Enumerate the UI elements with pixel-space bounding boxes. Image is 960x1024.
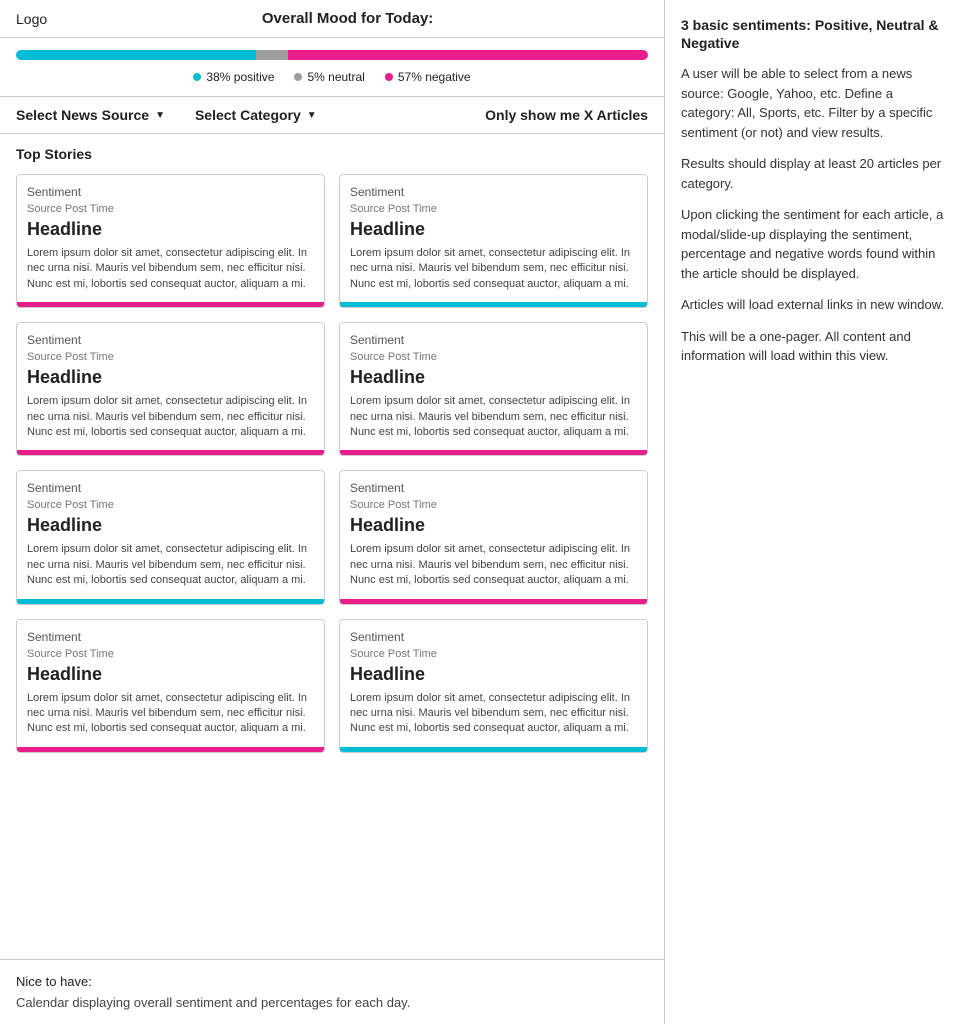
card-sentiment: Sentiment	[350, 481, 637, 495]
article-card[interactable]: Sentiment Source Post Time Headline Lore…	[339, 470, 648, 604]
sidebar-body: A user will be able to select from a new…	[681, 64, 944, 366]
sidebar-paragraph: Upon clicking the sentiment for each art…	[681, 205, 944, 283]
card-sentiment: Sentiment	[350, 185, 637, 199]
card-border-bottom	[340, 599, 647, 604]
main-content: Logo Overall Mood for Today: 38% positiv…	[0, 0, 665, 1024]
mood-section: 38% positive 5% neutral 57% negative	[0, 38, 664, 97]
card-headline: Headline	[27, 515, 314, 536]
positive-label: 38% positive	[206, 70, 274, 84]
mood-bar-positive	[16, 50, 256, 60]
overall-mood-label: Overall Mood for Today:	[47, 10, 648, 27]
negative-dot	[385, 73, 393, 81]
articles-grid: Sentiment Source Post Time Headline Lore…	[16, 174, 648, 753]
header: Logo Overall Mood for Today:	[0, 0, 664, 38]
category-arrow-icon: ▼	[307, 110, 317, 121]
news-source-label: Select News Source	[16, 107, 149, 123]
mood-bar	[16, 50, 648, 60]
card-body: Lorem ipsum dolor sit amet, consectetur …	[350, 691, 637, 737]
section-title: Top Stories	[16, 146, 648, 162]
article-card[interactable]: Sentiment Source Post Time Headline Lore…	[16, 470, 325, 604]
card-headline: Headline	[350, 219, 637, 240]
card-sentiment: Sentiment	[27, 481, 314, 495]
sidebar-paragraph: A user will be able to select from a new…	[681, 64, 944, 142]
card-border-bottom	[340, 747, 647, 752]
card-meta: Source Post Time	[350, 499, 637, 511]
card-body: Lorem ipsum dolor sit amet, consectetur …	[350, 394, 637, 440]
legend-positive: 38% positive	[193, 70, 274, 84]
card-headline: Headline	[350, 664, 637, 685]
news-source-arrow-icon: ▼	[155, 110, 165, 121]
card-content: Sentiment Source Post Time Headline Lore…	[17, 323, 324, 450]
card-border-bottom	[17, 599, 324, 604]
card-border-bottom	[340, 302, 647, 307]
card-sentiment: Sentiment	[27, 185, 314, 199]
articles-filter-label[interactable]: Only show me X Articles	[485, 107, 648, 123]
mood-legend: 38% positive 5% neutral 57% negative	[16, 70, 648, 84]
positive-dot	[193, 73, 201, 81]
card-headline: Headline	[27, 219, 314, 240]
article-card[interactable]: Sentiment Source Post Time Headline Lore…	[16, 174, 325, 308]
legend-negative: 57% negative	[385, 70, 471, 84]
nice-to-have-text: Calendar displaying overall sentiment an…	[16, 995, 648, 1010]
card-sentiment: Sentiment	[350, 333, 637, 347]
card-body: Lorem ipsum dolor sit amet, consectetur …	[27, 691, 314, 737]
sidebar-paragraph: This will be a one-pager. All content an…	[681, 327, 944, 366]
card-border-bottom	[17, 450, 324, 455]
legend-neutral: 5% neutral	[294, 70, 364, 84]
card-body: Lorem ipsum dolor sit amet, consectetur …	[27, 394, 314, 440]
sidebar-heading: 3 basic sentiments: Positive, Neutral & …	[681, 16, 944, 52]
card-content: Sentiment Source Post Time Headline Lore…	[340, 471, 647, 598]
card-content: Sentiment Source Post Time Headline Lore…	[17, 175, 324, 302]
article-card[interactable]: Sentiment Source Post Time Headline Lore…	[339, 174, 648, 308]
card-headline: Headline	[350, 515, 637, 536]
card-headline: Headline	[350, 367, 637, 388]
card-content: Sentiment Source Post Time Headline Lore…	[17, 471, 324, 598]
card-border-bottom	[340, 450, 647, 455]
card-meta: Source Post Time	[350, 203, 637, 215]
nice-to-have-label: Nice to have:	[16, 974, 648, 989]
card-meta: Source Post Time	[350, 351, 637, 363]
card-content: Sentiment Source Post Time Headline Lore…	[340, 323, 647, 450]
mood-bar-neutral	[256, 50, 288, 60]
card-content: Sentiment Source Post Time Headline Lore…	[340, 620, 647, 747]
card-headline: Headline	[27, 664, 314, 685]
card-content: Sentiment Source Post Time Headline Lore…	[17, 620, 324, 747]
article-card[interactable]: Sentiment Source Post Time Headline Lore…	[339, 322, 648, 456]
neutral-label: 5% neutral	[307, 70, 364, 84]
category-dropdown[interactable]: Select Category ▼	[195, 107, 317, 123]
sidebar: 3 basic sentiments: Positive, Neutral & …	[665, 0, 960, 1024]
card-border-bottom	[17, 747, 324, 752]
card-body: Lorem ipsum dolor sit amet, consectetur …	[27, 246, 314, 292]
neutral-dot	[294, 73, 302, 81]
card-body: Lorem ipsum dolor sit amet, consectetur …	[350, 246, 637, 292]
card-sentiment: Sentiment	[27, 630, 314, 644]
card-headline: Headline	[27, 367, 314, 388]
card-meta: Source Post Time	[350, 648, 637, 660]
page-layout: Logo Overall Mood for Today: 38% positiv…	[0, 0, 960, 1024]
article-card[interactable]: Sentiment Source Post Time Headline Lore…	[16, 322, 325, 456]
card-meta: Source Post Time	[27, 499, 314, 511]
article-card[interactable]: Sentiment Source Post Time Headline Lore…	[16, 619, 325, 753]
card-meta: Source Post Time	[27, 203, 314, 215]
sidebar-paragraph: Articles will load external links in new…	[681, 295, 944, 315]
filter-bar: Select News Source ▼ Select Category ▼ O…	[0, 97, 664, 134]
card-border-bottom	[17, 302, 324, 307]
card-sentiment: Sentiment	[27, 333, 314, 347]
card-meta: Source Post Time	[27, 351, 314, 363]
category-label: Select Category	[195, 107, 301, 123]
news-source-dropdown[interactable]: Select News Source ▼	[16, 107, 165, 123]
card-sentiment: Sentiment	[350, 630, 637, 644]
footer: Nice to have: Calendar displaying overal…	[0, 959, 664, 1024]
article-card[interactable]: Sentiment Source Post Time Headline Lore…	[339, 619, 648, 753]
card-body: Lorem ipsum dolor sit amet, consectetur …	[350, 542, 637, 588]
logo: Logo	[16, 11, 47, 27]
stories-section: Top Stories Sentiment Source Post Time H…	[0, 134, 664, 959]
card-body: Lorem ipsum dolor sit amet, consectetur …	[27, 542, 314, 588]
sidebar-paragraph: Results should display at least 20 artic…	[681, 154, 944, 193]
negative-label: 57% negative	[398, 70, 471, 84]
card-meta: Source Post Time	[27, 648, 314, 660]
card-content: Sentiment Source Post Time Headline Lore…	[340, 175, 647, 302]
mood-bar-negative	[288, 50, 648, 60]
